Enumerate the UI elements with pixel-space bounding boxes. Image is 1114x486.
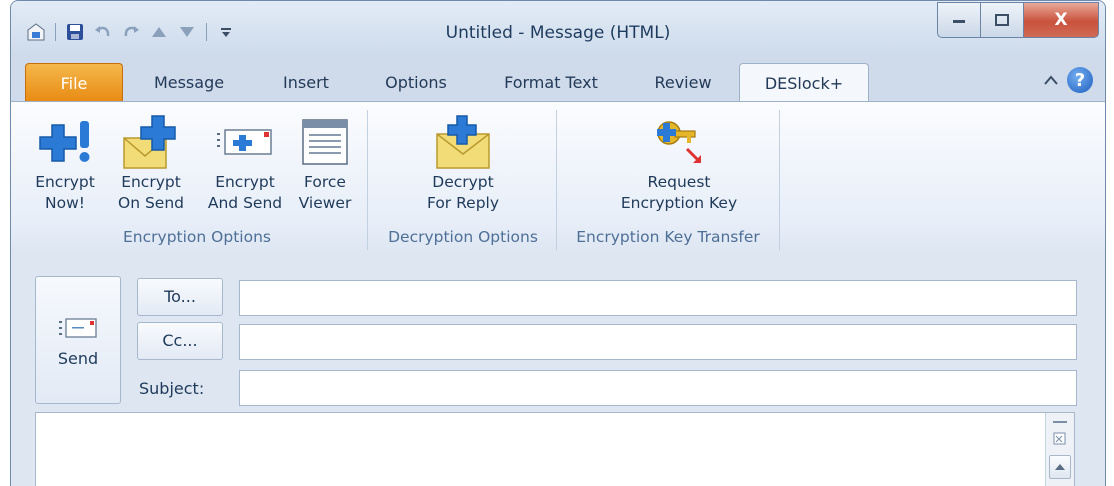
group-label-encryption-options: Encryption Options	[123, 228, 271, 246]
outlook-message-window: Untitled - Message (HTML) X File Message…	[10, 0, 1106, 486]
group-label-encryption-key-transfer: Encryption Key Transfer	[576, 228, 760, 246]
subject-label: Subject:	[139, 379, 205, 398]
force-viewer-icon	[293, 112, 357, 172]
encrypt-now-label-1: Encrypt	[35, 173, 95, 191]
encrypt-and-send-label-2: And Send	[207, 194, 283, 212]
send-button[interactable]: Send	[35, 276, 121, 404]
request-key-icon	[581, 112, 777, 172]
maximize-icon	[995, 14, 1009, 26]
subject-field[interactable]	[239, 370, 1077, 406]
encrypt-and-send-icon	[199, 112, 291, 172]
group-label-decryption-options: Decryption Options	[388, 228, 538, 246]
encrypt-now-icon	[29, 112, 101, 172]
send-label: Send	[57, 349, 99, 368]
encrypt-now-button[interactable]: Encrypt Now!	[29, 112, 101, 214]
close-icon: X	[1054, 10, 1068, 30]
ruler-toggle-icon[interactable]	[1053, 419, 1067, 451]
title-bar: Untitled - Message (HTML) X	[11, 1, 1105, 53]
encrypt-on-send-label-1: Encrypt	[121, 173, 181, 191]
encrypt-on-send-button[interactable]: Encrypt On Send	[109, 112, 193, 214]
ribbon-controls: ?	[1043, 67, 1093, 93]
encrypt-and-send-button[interactable]: Encrypt And Send	[199, 112, 291, 214]
message-body[interactable]	[35, 412, 1075, 486]
scroll-up-button[interactable]	[1049, 455, 1071, 479]
encrypt-on-send-label-2: On Send	[118, 194, 184, 212]
decrypt-for-reply-label-2: For Reply	[426, 194, 500, 212]
tab-review[interactable]: Review	[639, 63, 727, 101]
decrypt-for-reply-button[interactable]: Decrypt For Reply	[403, 112, 523, 214]
request-key-label-1: Request	[647, 173, 711, 191]
force-viewer-label-2: Viewer	[298, 194, 352, 212]
cc-field[interactable]	[239, 324, 1077, 360]
tab-options[interactable]: Options	[371, 63, 461, 101]
ribbon: Encrypt Now! Encrypt On Send Encrypt And…	[11, 101, 1105, 253]
scroll-up-icon	[1055, 464, 1065, 470]
cc-button[interactable]: Cc...	[137, 322, 223, 360]
encrypt-on-send-icon	[109, 112, 193, 172]
ribbon-tabs: File Message Insert Options Format Text …	[11, 63, 1105, 103]
force-viewer-label-1: Force	[304, 173, 346, 191]
group-separator	[367, 110, 368, 250]
force-viewer-button[interactable]: Force Viewer	[293, 112, 357, 214]
compose-area: Send To... Cc... Subject:	[11, 252, 1105, 486]
tab-message[interactable]: Message	[141, 63, 237, 101]
encrypt-now-label-2: Now!	[45, 194, 85, 212]
minimize-button[interactable]	[937, 2, 980, 38]
tab-format-text[interactable]: Format Text	[489, 63, 613, 101]
request-encryption-key-button[interactable]: Request Encryption Key	[581, 112, 777, 214]
group-separator	[779, 110, 780, 250]
send-icon	[36, 317, 120, 341]
to-field[interactable]	[239, 280, 1077, 316]
tab-insert[interactable]: Insert	[265, 63, 347, 101]
vertical-scrollbar[interactable]	[1045, 413, 1074, 486]
decrypt-for-reply-icon	[403, 112, 523, 172]
group-separator	[556, 110, 557, 250]
decrypt-for-reply-label-1: Decrypt	[432, 173, 494, 191]
minimize-ribbon-icon[interactable]	[1043, 71, 1059, 90]
to-button[interactable]: To...	[137, 278, 223, 316]
maximize-button[interactable]	[980, 2, 1023, 38]
minimize-icon	[953, 20, 965, 23]
window-controls: X	[937, 2, 1099, 38]
tab-deslock[interactable]: DESlock+	[739, 63, 869, 103]
help-icon[interactable]: ?	[1067, 67, 1093, 93]
encrypt-and-send-label-1: Encrypt	[215, 173, 275, 191]
tab-file[interactable]: File	[25, 63, 123, 102]
request-key-label-2: Encryption Key	[620, 194, 738, 212]
close-button[interactable]: X	[1023, 2, 1099, 38]
